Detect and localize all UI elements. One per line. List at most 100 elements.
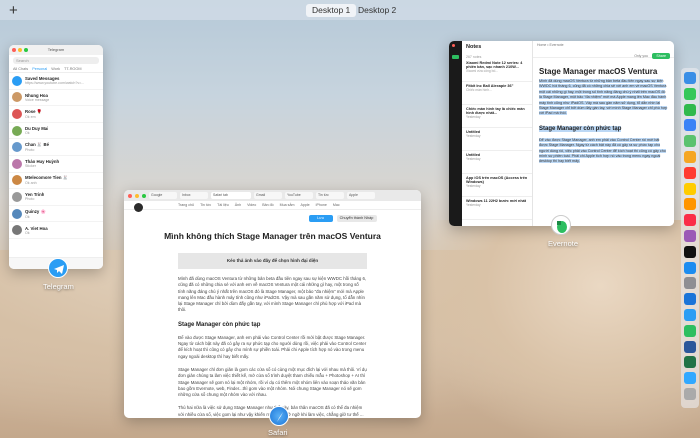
note-list: Notes 267 notes Xiaomi Redmi Note 12 ser… [462,41,533,226]
chat-list-item[interactable]: Quinzy 🌸 Ok [9,206,103,223]
desktop-1-tab[interactable]: Desktop 1 [306,4,357,17]
only-you-label: Only you [634,54,648,58]
excel-icon[interactable] [684,356,696,369]
note-item-meta: Yesterday [466,115,481,119]
nav-link[interactable]: Video [247,203,256,207]
tab[interactable]: Apple [347,192,375,199]
messages-icon[interactable] [684,87,696,100]
evernote-window[interactable]: Notes 267 notes Xiaomi Redmi Note 12 ser… [449,41,674,226]
tab-personal[interactable]: Personal [32,67,47,71]
draft-button[interactable]: Chuyển thành Nháp [336,215,377,222]
tab[interactable]: YouTube [285,192,313,199]
mission-control-bar: + Desktop 1 Desktop 2 [0,0,700,20]
telegram-label: Telegram [43,282,74,291]
tab-work[interactable]: Work [51,67,60,71]
tv-icon[interactable] [684,245,696,258]
calendar-icon[interactable] [684,166,696,179]
avatar [12,125,22,136]
add-desktop-button[interactable]: + [9,2,18,19]
tab-tt-room[interactable]: TT-ROOM [64,67,82,71]
note-heading[interactable]: Stage Manager còn phức tạp [539,125,622,132]
chat-preview: Voice message [25,97,50,102]
new-note-icon[interactable] [452,55,459,59]
desktop-2-tab[interactable]: Desktop 2 [352,4,402,17]
nav-link[interactable]: Trang chủ [178,203,194,207]
nav-link[interactable]: Ảnh [235,203,241,207]
share-button[interactable]: Share [652,53,670,59]
save-button[interactable]: Lưu [308,215,333,222]
note-editor[interactable]: Home • Evernote Only you Share Stage Man… [533,41,674,226]
zoom-icon[interactable] [24,48,28,52]
close-icon[interactable] [12,48,16,52]
note-list-item[interactable]: Untitled Yesterday [462,128,532,151]
chat-preview: Ok [25,131,30,136]
site-logo-icon[interactable] [134,203,143,212]
mail-icon[interactable] [684,119,696,132]
note-list-item[interactable]: Fitbit Inc Ball Alexapie 36" Chiếc màn hì… [462,82,532,105]
note-paragraph-2[interactable]: Để vào được Stage Manager, anh em phải v… [539,137,666,164]
tab-all-chats[interactable]: All Chats [13,67,28,71]
nav-link[interactable]: Mac [333,203,340,207]
word-icon[interactable] [684,340,696,353]
telegram-window[interactable]: Telegram Search All Chats Personal Work … [9,45,103,269]
evernote-icon[interactable] [684,324,696,337]
nav-link[interactable]: Tin tức [200,203,211,207]
note-list-item[interactable]: Xiaomi Redmi Note 12 series: 4 phiên bản… [462,59,532,82]
search-input[interactable]: Search [13,57,99,64]
window-titlebar: Telegram [9,45,103,55]
facetime-icon[interactable] [684,103,696,116]
note-list-item[interactable]: Windows 11 22H2 bước mới nhất Yesterday [462,197,532,220]
nav-link[interactable]: Tài liệu [217,203,229,207]
nav-link[interactable]: iPhone [316,203,327,207]
trash-icon[interactable] [684,388,696,400]
minimize-icon[interactable] [135,193,139,198]
chat-list-item[interactable]: Yen Trinh Photo [9,189,103,206]
finder-icon[interactable] [684,72,696,84]
note-title[interactable]: Stage Manager macOS Ventura [539,67,674,76]
note-list-item[interactable]: Chiếc màn hình tay là chiếc màn hình đượ… [462,105,532,128]
tab[interactable]: Gmail [254,192,282,199]
tab[interactable]: Tin tức [316,192,344,199]
close-icon[interactable] [128,193,132,198]
tab[interactable]: Google [149,192,177,199]
evernote-icon[interactable] [551,215,571,235]
dock [681,68,699,408]
zoom-icon[interactable] [142,193,146,198]
safari-icon[interactable] [684,293,696,306]
safari-window[interactable]: Google Inbox Safari tab Gmail YouTube Ti… [124,190,421,418]
chat-list-item[interactable]: Nhung Hoa Voice message [9,90,103,107]
podcasts-icon[interactable] [684,230,696,242]
note-item-meta: Chiếc màn hình... [466,88,492,92]
close-icon[interactable] [452,44,455,47]
music-icon[interactable] [684,214,696,227]
safari-icon[interactable] [269,406,289,426]
reminders-icon[interactable] [684,198,696,211]
chat-list-item[interactable]: Mtelecomore Tien 🐰 Ok anh [9,173,103,190]
nav-link[interactable]: Apple [300,203,309,207]
chat-list-item[interactable]: Du Duy Mai Ok [9,123,103,140]
nav-link[interactable]: Mua sắm [280,203,295,207]
chat-list-item[interactable]: Thảo Huy Huỳnh Sticker [9,156,103,173]
photoshop-icon[interactable] [684,372,696,385]
note-item-title: Chiếc màn hình tay là chiếc màn hình đượ… [466,107,525,115]
maps-icon[interactable] [684,135,696,148]
chat-list-item[interactable]: Chan 🐰 Bé Photo [9,139,103,156]
note-paragraph[interactable]: Mình đã dùng macOS Ventura từ những bản … [539,79,668,116]
notes-icon[interactable] [684,182,696,195]
article-title: Mình không thích Stage Manager trên macO… [164,231,381,241]
telegram-icon[interactable] [684,309,696,321]
featured-image-dropzone[interactable]: Kéo thả ảnh vào đây để chọn hình đại diệ… [178,253,367,269]
chat-list-item[interactable]: A. Viet Hoa Ok [9,222,103,239]
chat-list-item[interactable]: Saved Messages https://www.youtube.com/wa… [9,73,103,90]
note-list-item[interactable]: Untitled Yesterday [462,151,532,174]
tab-active[interactable]: Safari tab [211,192,251,199]
tab[interactable]: Inbox [180,192,208,199]
photos-icon[interactable] [684,151,696,163]
app-store-icon[interactable] [684,261,696,274]
minimize-icon[interactable] [18,48,22,52]
telegram-icon[interactable] [48,258,68,278]
nav-link[interactable]: Bản đồ [262,203,273,207]
settings-icon[interactable] [684,277,696,290]
chat-list-item[interactable]: Rose 🌹 Ok em [9,106,103,123]
note-list-item[interactable]: App iOS trên macOS (Access trên Windows)… [462,174,532,197]
